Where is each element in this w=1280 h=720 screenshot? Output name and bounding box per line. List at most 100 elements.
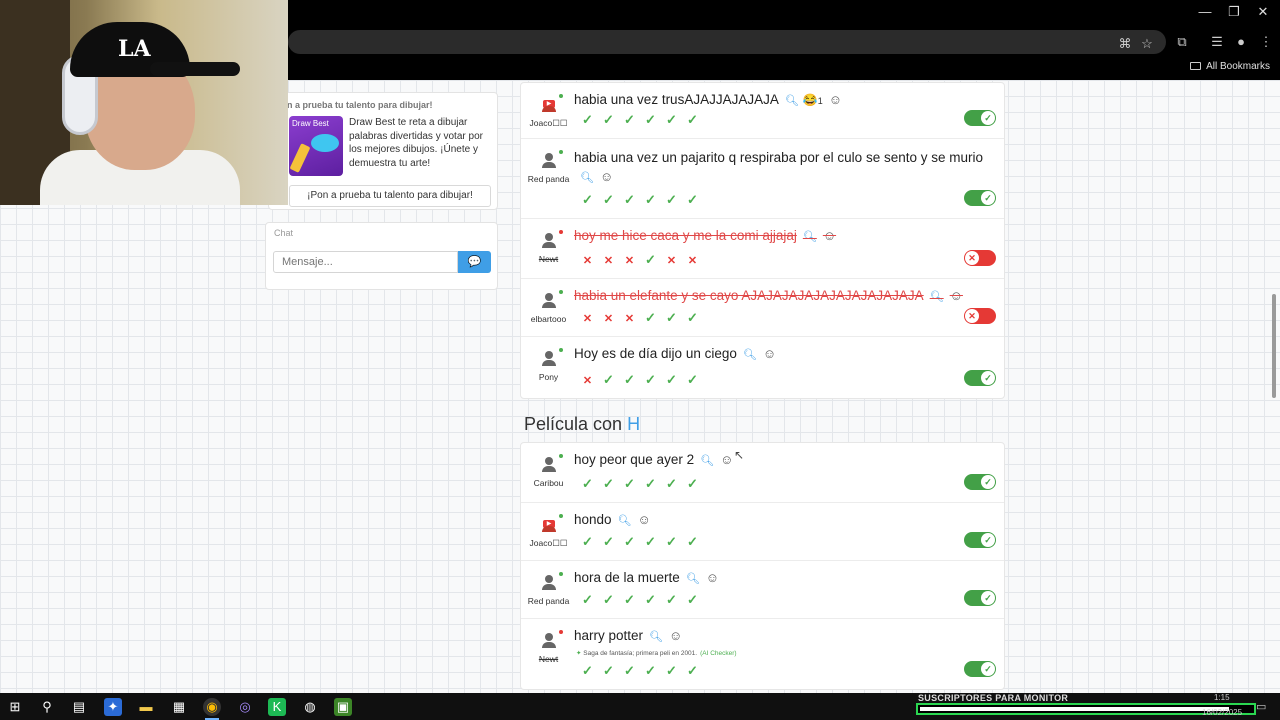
add-reaction-icon[interactable]: ☺ [823,228,836,243]
accept-toggle[interactable]: ✓ [964,190,996,206]
check-icon: ✓ [603,372,614,387]
chat-message-input[interactable] [273,251,458,273]
user-avatar-icon[interactable] [541,293,557,309]
user-avatar-icon[interactable] [541,457,557,473]
windows-start-icon[interactable]: ⊞ [6,698,24,716]
promo-title: n a prueba tu talento para dibujar! [287,100,433,110]
add-reaction-icon[interactable]: ☺ [706,570,719,585]
user-avatar-icon[interactable] [541,153,557,169]
page-scrollbar[interactable] [1270,82,1278,690]
accept-toggle[interactable]: ✓ [964,474,996,490]
accept-toggle[interactable]: ✓ [964,370,996,386]
promo-image[interactable]: Draw Best [289,116,343,176]
search-icon[interactable]: 🔍︎ [686,573,700,585]
clock-date[interactable]: 16/02/2025 [1202,708,1242,717]
minimize-icon[interactable]: — [1190,4,1220,19]
chrome-icon[interactable]: ◉ [203,698,221,716]
accept-toggle[interactable]: ✓ [964,532,996,548]
notifications-icon[interactable]: ▭ [1256,700,1266,713]
promo-button[interactable]: ¡Pon a prueba tu talento para dibujar! [289,185,491,207]
search-icon[interactable]: 🔍︎ [785,95,799,107]
profile-icon[interactable]: ● [1232,34,1250,49]
avatar-body [542,162,556,168]
accept-toggle[interactable]: ✕ [964,250,996,266]
check-icon: ✓ [981,662,995,676]
add-reaction-icon[interactable]: ☺ [669,628,682,643]
add-reaction-icon[interactable]: ☺ [638,512,651,527]
translate-icon[interactable]: ⌘ [1116,36,1134,52]
menu-icon[interactable]: ⋮ [1257,34,1275,50]
reaction-badge[interactable]: 😂1 [803,93,823,107]
check-icon: ✓ [981,475,995,489]
vote-indicators: ✓ ✓ ✓ ✓ ✓ ✓ [577,533,703,549]
add-reaction-icon[interactable]: ☺ [829,92,842,107]
online-status-dot [559,572,563,576]
task-view-icon[interactable]: ▤ [70,698,88,716]
search-icon[interactable]: ⚲ [38,698,56,716]
check-icon: ✓ [666,476,677,491]
accept-toggle[interactable]: ✕ [964,308,996,324]
extensions-icon[interactable]: ⧉ [1173,34,1191,50]
accept-toggle[interactable]: ✓ [964,110,996,126]
obs-icon[interactable]: ◎ [236,698,254,716]
bookmark-star-icon[interactable]: ☆ [1138,36,1156,52]
reaction-emoji: 😂 [802,93,818,107]
check-icon: ✓ [645,663,656,678]
online-status-dot [559,454,563,458]
close-icon: ✕ [965,309,979,323]
search-icon[interactable]: 🔍︎ [930,291,944,303]
search-icon[interactable]: 🔍︎ [618,515,632,527]
vote-indicators: ✓ ✓ ✓ ✓ ✓ ✓ [577,591,703,607]
add-reaction-icon[interactable]: ☺ [600,169,613,184]
answer-text-container: hondo 🔍︎ ☺ [574,512,651,527]
answer-row: harry potter 🔍︎ ☺ Newt ✦ Saga de fantasía; p… [521,619,1004,690]
username: elbartooo [530,314,567,324]
youtube-avatar-icon[interactable]: ▶ [541,97,557,113]
youtube-avatar-icon[interactable]: ▶ [541,517,557,533]
add-reaction-icon[interactable]: ☺ [763,346,776,361]
search-icon[interactable]: 🔍︎ [803,231,817,243]
search-icon[interactable]: 🔍︎ [700,455,714,467]
check-icon: ✓ [582,476,593,491]
search-icon[interactable]: 🔍︎ [743,349,757,361]
user-avatar-icon[interactable] [541,233,557,249]
check-icon: ✓ [687,192,698,207]
search-icon[interactable]: 🔍︎ [580,172,594,184]
clock-time[interactable]: 1:15 [1214,693,1230,702]
file-explorer-icon[interactable]: ▬ [137,698,155,716]
avatar-head [545,293,553,301]
minecraft-icon[interactable]: ▣ [334,698,352,716]
all-bookmarks[interactable]: All Bookmarks [1190,61,1270,72]
add-reaction-icon[interactable]: ☺ [720,452,733,467]
answers-list-1: habia una vez trusAJAJJAJAJAJA 🔍︎ 😂1 ☺ ▶ Joac… [520,82,1005,399]
address-bar[interactable]: ⌘ ☆ [288,30,1166,54]
chat-send-button[interactable]: 💬 [458,251,491,273]
user-avatar-icon[interactable] [541,633,557,649]
store-icon[interactable]: ▦ [170,698,188,716]
media-icon[interactable]: ☰ [1208,34,1226,50]
check-icon: ✓ [603,192,614,207]
username: Newt [538,254,559,264]
check-icon: ✓ [687,663,698,678]
app-circle-icon[interactable]: ◍ [301,698,319,716]
check-icon: ✓ [666,592,677,607]
search-icon[interactable]: 🔍︎ [649,631,663,643]
close-icon[interactable]: ✕ [1248,4,1278,20]
answer-text: habia un elefante y se cayo AJAJAJAJAJAJ… [574,288,924,303]
online-status-dot [559,150,563,154]
scrollbar-thumb[interactable] [1272,294,1276,398]
copilot-icon[interactable]: ✦ [104,698,122,716]
cross-icon: ✕ [582,375,593,387]
restore-icon[interactable]: ❐ [1219,4,1249,20]
user-avatar-icon[interactable] [541,351,557,367]
check-icon: ✓ [603,112,614,127]
accept-toggle[interactable]: ✓ [964,590,996,606]
add-reaction-icon[interactable]: ☺ [950,288,963,303]
accept-toggle[interactable]: ✓ [964,661,996,677]
app-green-icon[interactable]: K [268,698,286,716]
username: Red panda [527,596,570,606]
promo-image-label: Draw Best [292,119,329,128]
user-avatar-icon[interactable] [541,575,557,591]
answer-text: habia una vez un pajarito q respiraba po… [574,150,983,165]
answer-text-container: hoy me hice caca y me la comi ajjajaj 🔍︎ ☺ [574,228,836,243]
